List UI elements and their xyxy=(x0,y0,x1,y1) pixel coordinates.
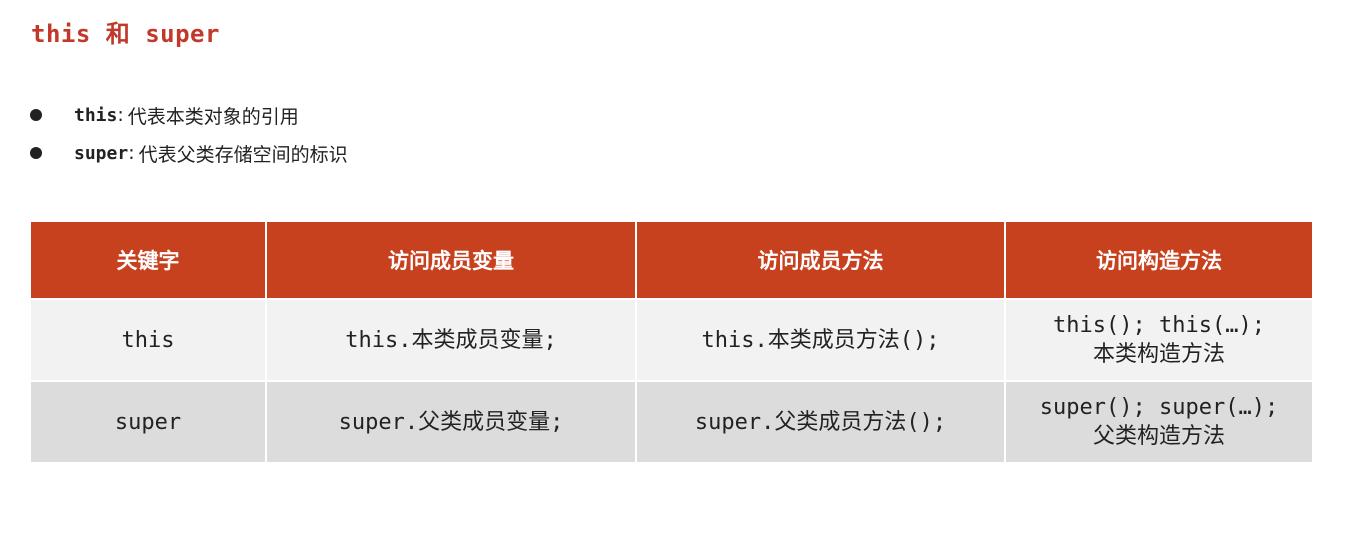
definition-item-this: this : 代表本类对象的引用 xyxy=(30,96,348,134)
cell-keyword: super xyxy=(29,380,267,464)
table-row: super super.父类成员变量; super.父类成员方法(); supe… xyxy=(29,380,1314,464)
cell-constructor: this(); this(…); 本类构造方法 xyxy=(1004,298,1314,382)
constructor-desc: 父类构造方法 xyxy=(1092,424,1225,449)
cell-constructor: super(); super(…); 父类构造方法 xyxy=(1004,380,1314,464)
header-keyword: 关键字 xyxy=(29,220,267,300)
cell-member-method: this.本类成员方法(); xyxy=(635,298,1006,382)
definition-text: 代表父类存储空间的标识 xyxy=(138,143,348,166)
definition-keyword: this xyxy=(74,104,118,126)
cell-keyword: this xyxy=(29,298,267,382)
header-member-variable: 访问成员变量 xyxy=(265,220,637,300)
table-row: this this.本类成员变量; this.本类成员方法(); this();… xyxy=(29,298,1314,382)
constructor-call: super(); super(…); xyxy=(1039,395,1279,420)
definition-item-super: super : 代表父类存储空间的标识 xyxy=(30,134,348,172)
cell-member-variable: this.本类成员变量; xyxy=(265,298,637,382)
constructor-call: this(); this(…); xyxy=(1053,313,1265,338)
definition-list: this : 代表本类对象的引用 super : 代表父类存储空间的标识 xyxy=(30,96,348,172)
definition-keyword: super xyxy=(74,142,129,164)
bullet-dot-icon xyxy=(30,109,42,121)
header-member-method: 访问成员方法 xyxy=(635,220,1006,300)
constructor-desc: 本类构造方法 xyxy=(1092,342,1225,367)
bullet-dot-icon xyxy=(30,147,42,159)
table-header-row: 关键字 访问成员变量 访问成员方法 访问构造方法 xyxy=(29,220,1314,300)
definition-separator: : xyxy=(128,142,135,164)
page-title: this 和 super xyxy=(31,20,220,48)
header-constructor: 访问构造方法 xyxy=(1004,220,1314,300)
cell-member-variable: super.父类成员变量; xyxy=(265,380,637,464)
definition-separator: : xyxy=(117,104,124,126)
definition-text: 代表本类对象的引用 xyxy=(127,105,299,128)
cell-member-method: super.父类成员方法(); xyxy=(635,380,1006,464)
comparison-table: 关键字 访问成员变量 访问成员方法 访问构造方法 this this.本类成员变… xyxy=(29,220,1314,464)
